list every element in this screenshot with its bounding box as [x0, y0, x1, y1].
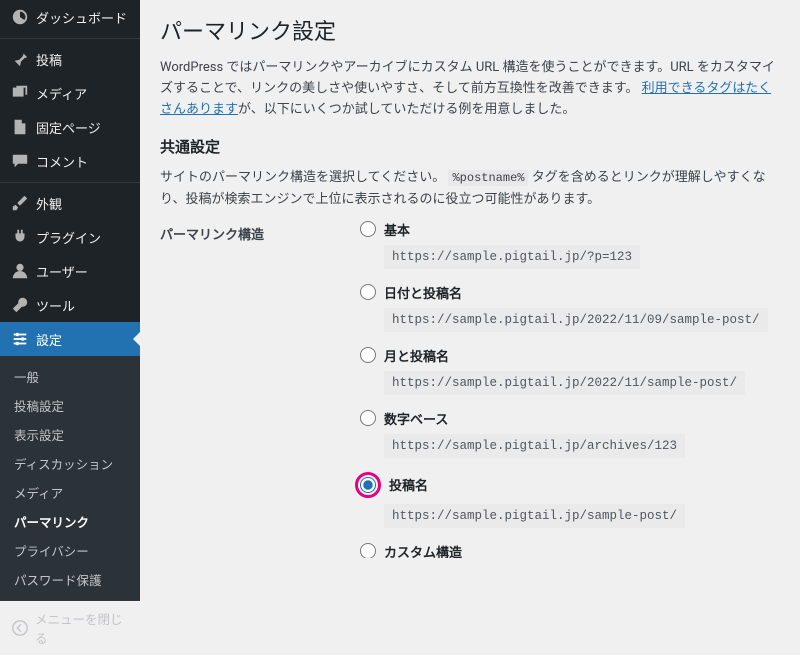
option-custom-label[interactable]: カスタム構造	[360, 542, 780, 558]
option-custom: カスタム構造 https://sample.pigtail.jp	[360, 542, 780, 558]
sidebar-item-label: 外観	[36, 194, 62, 213]
user-icon	[10, 261, 30, 281]
radio-custom[interactable]	[360, 543, 376, 558]
page-icon	[10, 117, 30, 137]
submenu-media[interactable]: メディア	[0, 478, 140, 507]
structure-label: パーマリンク構造	[160, 220, 360, 558]
sidebar-item-label: ダッシュボード	[36, 8, 127, 27]
option-plain-label[interactable]: 基本	[360, 220, 780, 239]
dashboard-icon	[10, 7, 30, 27]
option-postname-label[interactable]: 投稿名	[360, 472, 780, 498]
sidebar-item-tools[interactable]: ツール	[0, 288, 140, 322]
option-plain: 基本 https://sample.pigtail.jp/?p=123	[360, 220, 780, 269]
sidebar-item-posts[interactable]: 投稿	[0, 38, 140, 76]
pin-icon	[10, 49, 30, 69]
postname-tag: %postname%	[448, 170, 528, 186]
example-plain: https://sample.pigtail.jp/?p=123	[384, 245, 640, 269]
sidebar-item-dashboard[interactable]: ダッシュボード	[0, 0, 140, 34]
radio-numeric[interactable]	[360, 410, 376, 426]
option-label: 月と投稿名	[384, 346, 449, 365]
collapse-label: メニューを閉じる	[35, 609, 130, 647]
option-label: 基本	[384, 220, 410, 239]
example-dayname: https://sample.pigtail.jp/2022/11/09/sam…	[384, 308, 768, 332]
admin-sidebar: ダッシュボード 投稿 メディア 固定ページ コメント 外観 プラグイン ユーザー…	[0, 0, 140, 558]
radio-postname[interactable]	[360, 477, 376, 493]
intro-part-b: が、以下にいくつか試していただける例を用意しました。	[238, 102, 575, 117]
option-monthname-label[interactable]: 月と投稿名	[360, 346, 780, 365]
sidebar-item-settings[interactable]: 設定	[0, 322, 140, 356]
option-label: カスタム構造	[384, 542, 462, 558]
submenu-permalinks[interactable]: パーマリンク	[0, 507, 140, 536]
brush-icon	[10, 193, 30, 213]
option-dayname: 日付と投稿名 https://sample.pigtail.jp/2022/11…	[360, 283, 780, 332]
sidebar-item-plugins[interactable]: プラグイン	[0, 220, 140, 254]
option-label: 日付と投稿名	[384, 283, 462, 302]
submenu-password[interactable]: パスワード保護	[0, 565, 140, 594]
radio-plain[interactable]	[360, 221, 376, 237]
settings-submenu: 一般 投稿設定 表示設定 ディスカッション メディア パーマリンク プライバシー…	[0, 356, 140, 600]
common-desc: サイトのパーマリンク構造を選択してください。 %postname% タグを含める…	[160, 167, 780, 211]
submenu-reading[interactable]: 表示設定	[0, 420, 140, 449]
sidebar-item-media[interactable]: メディア	[0, 76, 140, 110]
main-content: パーマリンク設定 WordPress ではパーマリンクやアーカイブにカスタム U…	[140, 0, 800, 558]
sidebar-item-label: プラグイン	[36, 228, 101, 247]
sidebar-item-appearance[interactable]: 外観	[0, 182, 140, 220]
plugin-icon	[10, 227, 30, 247]
tool-icon	[10, 295, 30, 315]
collapse-icon	[10, 618, 29, 638]
submenu-privacy[interactable]: プライバシー	[0, 536, 140, 565]
example-monthname: https://sample.pigtail.jp/2022/11/sample…	[384, 371, 745, 395]
sidebar-item-label: コメント	[36, 152, 88, 171]
media-icon	[10, 83, 30, 103]
sidebar-item-label: 投稿	[36, 50, 62, 69]
option-label: 数字ベース	[384, 409, 448, 428]
sidebar-item-label: ユーザー	[36, 262, 88, 281]
example-numeric: https://sample.pigtail.jp/archives/123	[384, 434, 685, 458]
option-postname: 投稿名 https://sample.pigtail.jp/sample-pos…	[360, 472, 780, 528]
submenu-writing[interactable]: 投稿設定	[0, 391, 140, 420]
example-postname: https://sample.pigtail.jp/sample-post/	[384, 504, 685, 528]
highlight-circle	[355, 472, 381, 498]
submenu-general[interactable]: 一般	[0, 362, 140, 391]
sidebar-item-pages[interactable]: 固定ページ	[0, 110, 140, 144]
option-monthname: 月と投稿名 https://sample.pigtail.jp/2022/11/…	[360, 346, 780, 395]
sidebar-item-label: 設定	[36, 330, 62, 349]
common-heading: 共通設定	[160, 136, 780, 157]
comment-icon	[10, 151, 30, 171]
option-numeric: 数字ベース https://sample.pigtail.jp/archives…	[360, 409, 780, 458]
sidebar-item-label: ツール	[36, 296, 75, 315]
sidebar-item-comments[interactable]: コメント	[0, 144, 140, 178]
radio-dayname[interactable]	[360, 284, 376, 300]
sidebar-item-label: 固定ページ	[36, 118, 101, 137]
desc-a: サイトのパーマリンク構造を選択してください。	[160, 170, 445, 185]
sidebar-item-label: メディア	[36, 84, 87, 103]
option-dayname-label[interactable]: 日付と投稿名	[360, 283, 780, 302]
page-title: パーマリンク設定	[160, 14, 780, 46]
option-numeric-label[interactable]: 数字ベース	[360, 409, 780, 428]
radio-monthname[interactable]	[360, 347, 376, 363]
option-label: 投稿名	[389, 475, 428, 494]
submenu-discussion[interactable]: ディスカッション	[0, 449, 140, 478]
settings-icon	[10, 329, 30, 349]
collapse-menu[interactable]: メニューを閉じる	[0, 600, 140, 655]
intro-text: WordPress ではパーマリンクやアーカイブにカスタム URL 構造を使うこ…	[160, 58, 780, 120]
sidebar-item-users[interactable]: ユーザー	[0, 254, 140, 288]
